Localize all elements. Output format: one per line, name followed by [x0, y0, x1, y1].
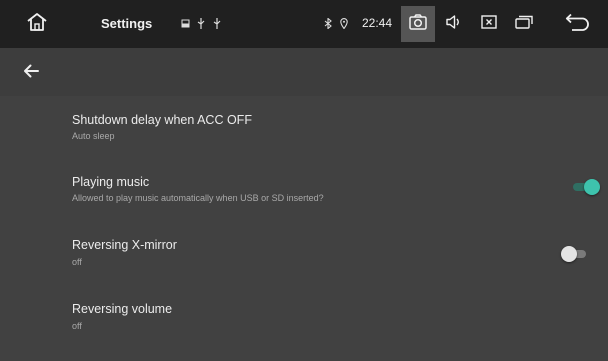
screenshot-button[interactable] — [401, 6, 435, 42]
setting-reversing-x-mirror[interactable]: Reversing X-mirror off — [0, 220, 608, 282]
setting-reversing-volume[interactable]: Reversing volume off — [0, 282, 608, 344]
setting-playing-music[interactable]: Playing music Allowed to play music auto… — [0, 158, 608, 220]
status-bar: Settings 22:44 — [0, 0, 608, 48]
back-icon — [565, 13, 591, 36]
back-button[interactable] — [562, 10, 594, 38]
setting-title: Shutdown delay when ACC OFF — [72, 113, 252, 127]
toggle-thumb — [584, 179, 600, 195]
arrow-left-icon — [20, 64, 42, 86]
setting-title: Playing music — [72, 175, 150, 189]
recent-apps-button[interactable] — [511, 12, 537, 36]
setting-summary: Auto sleep — [72, 131, 115, 141]
settings-list: Shutdown delay when ACC OFF Auto sleep P… — [0, 96, 608, 361]
toggle-thumb — [561, 246, 577, 262]
settings-screen: Settings 22:44 Shutdown delay when ACC O… — [0, 0, 608, 361]
close-app-button[interactable] — [476, 12, 502, 36]
setting-title: Reversing X-mirror — [72, 238, 177, 252]
toolbar — [0, 48, 608, 96]
location-icon — [339, 17, 349, 29]
setting-shutdown-delay[interactable]: Shutdown delay when ACC OFF Auto sleep — [0, 96, 608, 158]
app-title: Settings — [101, 16, 153, 31]
usb-icon — [212, 17, 222, 29]
recent-apps-icon — [515, 15, 533, 34]
notification-icons — [180, 17, 222, 29]
home-button[interactable] — [22, 10, 52, 38]
navigate-up-button[interactable] — [20, 60, 42, 82]
volume-button[interactable] — [441, 12, 467, 36]
clock: 22:44 — [362, 16, 393, 30]
camera-icon — [409, 13, 427, 35]
home-icon — [26, 12, 48, 37]
setting-summary: off — [72, 257, 82, 267]
usb-icon — [196, 17, 206, 29]
volume-icon — [445, 14, 463, 35]
setting-summary: Allowed to play music automatically when… — [72, 193, 324, 203]
image-icon — [180, 17, 190, 29]
reversing-x-mirror-toggle[interactable] — [561, 245, 591, 263]
setting-title: Reversing volume — [72, 302, 173, 316]
close-box-icon — [481, 14, 497, 34]
setting-summary: off — [72, 321, 82, 331]
system-icons — [323, 17, 349, 29]
playing-music-toggle[interactable] — [570, 178, 600, 196]
bluetooth-icon — [323, 17, 333, 29]
